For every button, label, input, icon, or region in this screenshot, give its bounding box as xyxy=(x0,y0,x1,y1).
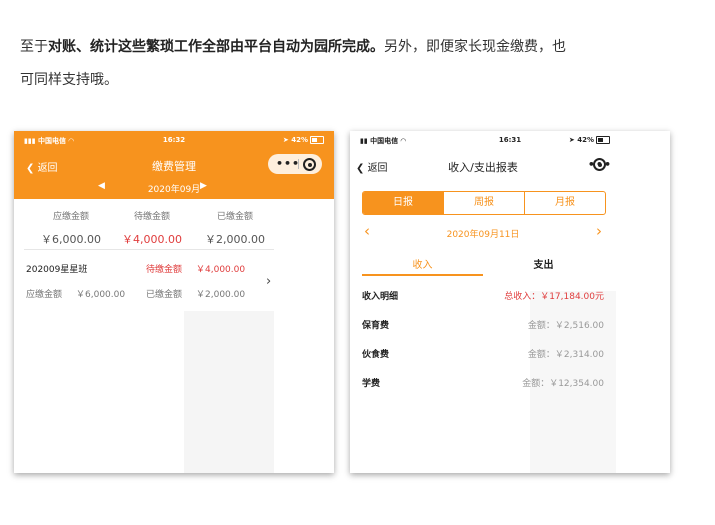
battery-icon xyxy=(596,136,610,144)
close-target-icon[interactable] xyxy=(593,158,606,171)
mini-program-capsule[interactable]: ••• xyxy=(268,154,322,174)
detail-label: 收入明细 xyxy=(362,292,399,302)
summary-label: 已缴金额 xyxy=(216,212,253,222)
status-bar: ▮▮▮ 中国电信 ◠ 16:32 ➤ 42% xyxy=(14,131,334,148)
capsule-divider xyxy=(298,159,299,169)
summary-value: ￥2,000.00 xyxy=(205,233,265,246)
item-amount: 金额：￥2,314.00 xyxy=(527,350,604,360)
battery-percent: 42% xyxy=(291,136,308,144)
battery-percent: 42% xyxy=(577,136,594,144)
active-tab-indicator xyxy=(362,274,483,276)
segment-daily[interactable]: 日报 xyxy=(363,192,443,214)
header-bar: ▮▮▮ 中国电信 ◠ 16:32 ➤ 42% ❮ 返回 缴费管理 ••• ◀ 2… xyxy=(14,131,334,199)
close-target-icon[interactable] xyxy=(303,158,316,171)
battery-icon xyxy=(310,136,324,144)
payable-value: ￥6,000.00 xyxy=(76,290,126,300)
summary-paid: 已缴金额 ￥2,000.00 xyxy=(190,209,280,247)
month-label: 2020年09月 xyxy=(147,185,201,195)
battery-status: ➤ 42% xyxy=(569,136,610,144)
segment-monthly[interactable]: 月报 xyxy=(524,192,605,214)
intro-text: 另外，即便家长现金缴费，也 xyxy=(384,39,566,55)
item-amount: 金额：￥2,516.00 xyxy=(527,321,604,331)
total-income: 总收入：￥17,184.00元 xyxy=(504,292,604,302)
date-label: 2020年09月11日 xyxy=(446,230,520,240)
summary-value: ￥6,000.00 xyxy=(41,233,101,246)
month-selector: ◀ 2020年09月 ▶ xyxy=(14,179,334,197)
item-label: 保育费 xyxy=(362,321,390,331)
background-panel xyxy=(184,311,274,473)
next-date-arrow-icon[interactable]: › xyxy=(596,222,602,240)
fee-management-screenshot: ▮▮▮ 中国电信 ◠ 16:32 ➤ 42% ❮ 返回 缴费管理 ••• ◀ 2… xyxy=(14,131,334,473)
summary-pending: 待缴金额 ￥4,000.00 xyxy=(107,209,197,247)
location-icon: ➤ xyxy=(568,136,575,144)
page-title: 收入/支出报表 xyxy=(448,161,518,174)
summary-label: 待缴金额 xyxy=(133,212,170,222)
paid-label: 已缴金额 xyxy=(146,290,183,300)
summary-value: ￥4,000.00 xyxy=(122,233,182,246)
divider xyxy=(24,249,274,250)
report-screenshot: ▮▮ 中国电信 ◠ 16:31 ➤ 42% ❮ 返回 收入/支出报表 ••• 日… xyxy=(350,131,670,473)
date-selector: ‹ 2020年09月11日 › xyxy=(350,222,616,242)
summary-label: 应缴金额 xyxy=(52,212,89,222)
intro-bold-text: 对账、统计这些繁琐工作全部由平台自动为园所完成。 xyxy=(48,39,384,55)
status-bar: ▮▮ 中国电信 ◠ 16:31 ➤ 42% xyxy=(350,131,670,148)
segment-weekly[interactable]: 周报 xyxy=(443,192,524,214)
battery-status: ➤ 42% xyxy=(283,136,324,144)
due-label: 待缴金额 xyxy=(146,265,183,275)
intro-text: 至于 xyxy=(20,39,48,55)
payable-label: 应缴金额 xyxy=(26,290,63,300)
next-month-arrow-icon[interactable]: ▶ xyxy=(200,181,207,191)
summary-payable: 应缴金额 ￥6,000.00 xyxy=(26,209,116,247)
due-value: ￥4,000.00 xyxy=(196,265,246,275)
location-icon: ➤ xyxy=(282,136,289,144)
item-amount: 金额：￥12,354.00 xyxy=(522,379,604,389)
item-label: 学费 xyxy=(362,379,381,389)
item-label: 伙食费 xyxy=(362,350,390,360)
period-segmented-control: 日报 周报 月报 xyxy=(362,191,606,215)
class-name: 202009星星班 xyxy=(26,265,88,275)
tab-income[interactable]: 收入 xyxy=(362,256,483,271)
chevron-right-icon[interactable]: › xyxy=(266,274,271,289)
intro-line-1: 至于对账、统计这些繁琐工作全部由平台自动为园所完成。另外，即便家长现金缴费，也 xyxy=(20,31,700,64)
intro-line-2: 可同样支持哦。 xyxy=(20,72,118,88)
intro-paragraph: 至于对账、统计这些繁琐工作全部由平台自动为园所完成。另外，即便家长现金缴费，也 … xyxy=(20,31,700,97)
more-icon[interactable]: ••• xyxy=(276,157,300,170)
paid-value: ￥2,000.00 xyxy=(196,290,246,300)
status-time: 16:31 xyxy=(498,136,522,144)
tab-expense[interactable]: 支出 xyxy=(483,256,604,271)
